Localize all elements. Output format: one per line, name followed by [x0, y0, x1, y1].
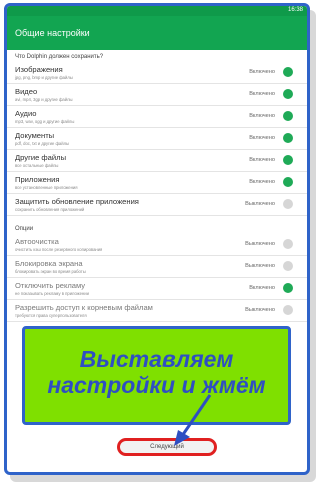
pointer-arrow-icon — [174, 394, 212, 446]
